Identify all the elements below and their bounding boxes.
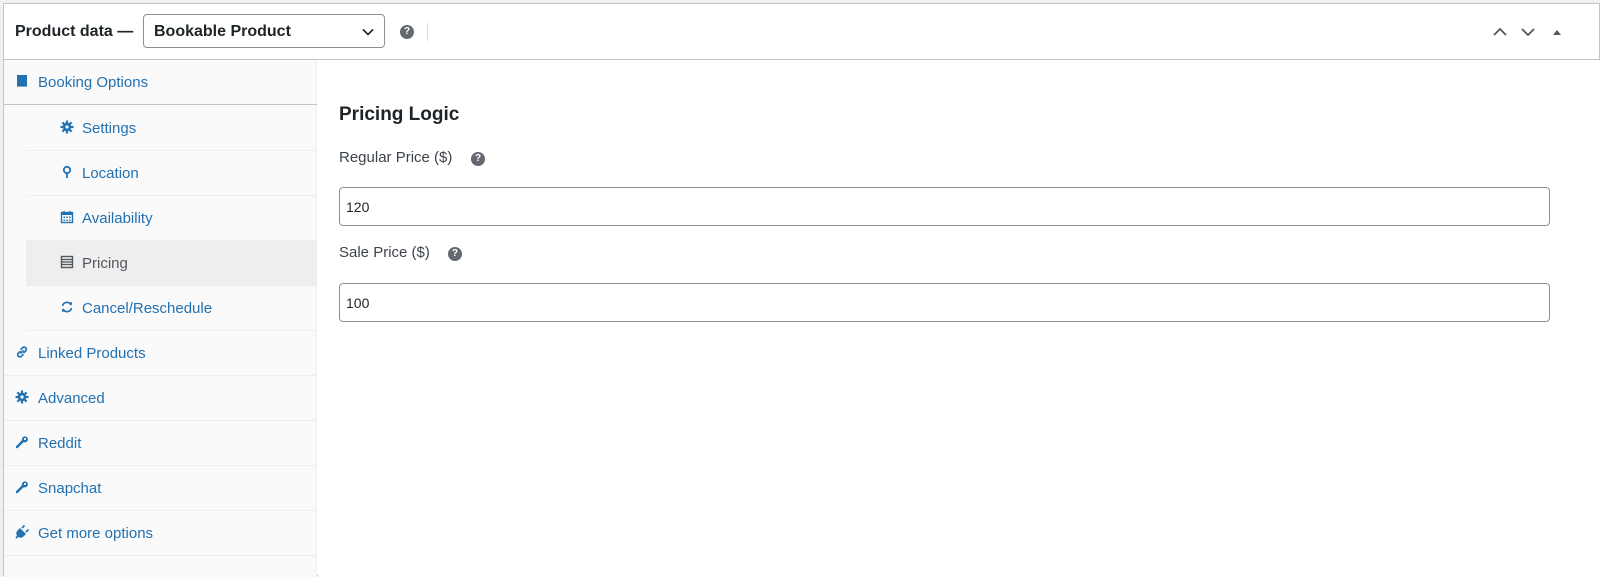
header-divider xyxy=(427,23,428,41)
tab-advanced[interactable]: Advanced xyxy=(4,376,317,421)
link-icon xyxy=(16,346,28,358)
tab-pricing[interactable]: Pricing xyxy=(26,241,317,286)
help-icon[interactable]: ? xyxy=(400,25,414,39)
sale-price-input[interactable] xyxy=(339,283,1550,322)
tab-label: Settings xyxy=(82,120,137,137)
move-down-icon[interactable] xyxy=(1519,24,1537,40)
tab-get-more-options[interactable]: Get more options xyxy=(4,511,317,556)
panel-header: Product data — Bookable Product ? xyxy=(4,4,1599,60)
tab-availability[interactable]: Availability xyxy=(26,196,317,241)
regular-price-label: Regular Price ($) xyxy=(339,149,453,166)
product-type-select[interactable]: Bookable Product xyxy=(143,14,385,48)
tab-label: Cancel/Reschedule xyxy=(82,300,213,317)
product-data-tabs: Booking Options Settings Location Availa… xyxy=(4,60,317,577)
tab-cancel-reschedule[interactable]: Cancel/Reschedule xyxy=(26,286,317,331)
panel-title: Product data — xyxy=(15,23,134,40)
gear-icon xyxy=(15,390,29,404)
section-title: Pricing Logic xyxy=(339,104,460,125)
tab-reddit[interactable]: Reddit xyxy=(4,421,317,466)
tab-label: Location xyxy=(82,165,139,182)
tab-label: Snapchat xyxy=(38,480,102,497)
tab-linked-products[interactable]: Linked Products xyxy=(4,331,317,376)
plugin-icon xyxy=(15,525,29,539)
tab-label: Pricing xyxy=(82,255,128,272)
pricing-panel: Pricing Logic Regular Price ($) ? Sale P… xyxy=(318,60,1600,577)
sale-price-label: Sale Price ($) xyxy=(339,244,430,261)
product-type-value: Bookable Product xyxy=(154,23,291,40)
tab-settings[interactable]: Settings xyxy=(26,106,317,151)
gear-icon xyxy=(60,120,74,134)
tab-location[interactable]: Location xyxy=(26,151,317,196)
help-icon[interactable]: ? xyxy=(448,247,462,261)
chevron-down-icon xyxy=(362,28,374,36)
list-icon xyxy=(60,255,74,269)
tab-label: Booking Options xyxy=(38,74,149,91)
tab-label: Availability xyxy=(82,210,153,227)
tab-snapchat[interactable]: Snapchat xyxy=(4,466,317,511)
regular-price-input[interactable] xyxy=(339,187,1550,226)
collapse-toggle-icon[interactable] xyxy=(1548,24,1566,40)
tab-label: Linked Products xyxy=(38,345,146,362)
move-up-icon[interactable] xyxy=(1491,24,1509,40)
help-icon[interactable]: ? xyxy=(471,152,485,166)
refresh-icon xyxy=(61,301,73,313)
location-pin-icon xyxy=(62,165,72,178)
product-data-panel: Product data — Bookable Product ? Bookin… xyxy=(3,3,1600,577)
tab-label: Reddit xyxy=(38,435,82,452)
tab-label: Advanced xyxy=(38,390,105,407)
book-icon xyxy=(17,75,27,87)
tab-booking-options[interactable]: Booking Options xyxy=(4,60,317,105)
wrench-icon xyxy=(15,481,28,494)
calendar-icon xyxy=(60,211,74,224)
tab-label: Get more options xyxy=(38,525,154,542)
wrench-icon xyxy=(15,436,28,449)
